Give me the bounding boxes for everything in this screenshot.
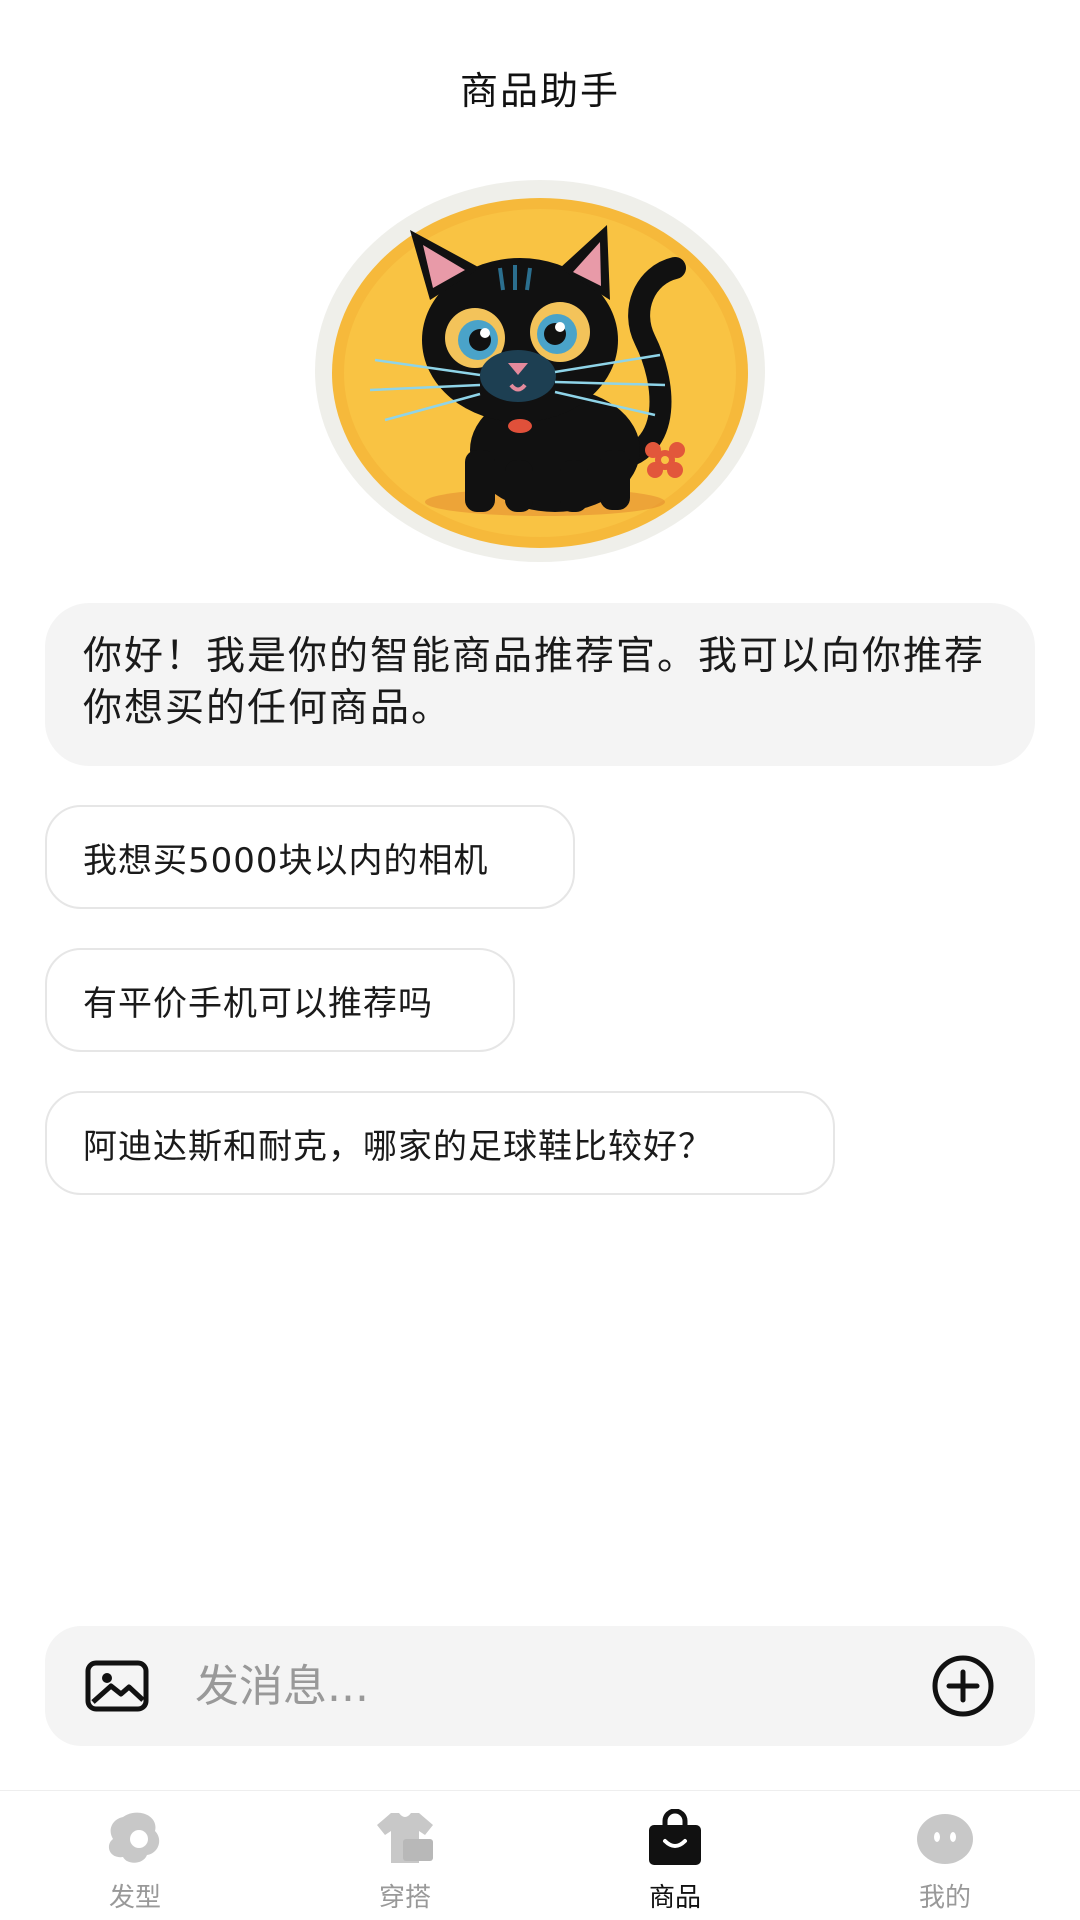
tab-profile[interactable]: 我的 <box>810 1791 1080 1920</box>
suggestion-chip[interactable]: 阿迪达斯和耐克，哪家的足球鞋比较好？ <box>45 1091 835 1195</box>
tab-hairstyle[interactable]: 发型 <box>0 1791 270 1920</box>
hairstyle-icon <box>108 1812 160 1863</box>
assistant-greeting-bubble: 你好！我是你的智能商品推荐官。我可以向你推荐你想买的任何商品。 <box>45 603 1035 766</box>
tab-label: 我的 <box>918 1883 971 1913</box>
suggestion-chip[interactable]: 我想买5000块以内的相机 <box>45 805 575 909</box>
page-title: 商品助手 <box>459 69 620 113</box>
suggestion-chip[interactable]: 有平价手机可以推荐吗 <box>45 948 515 1052</box>
image-icon[interactable] <box>85 1660 149 1712</box>
outfit-icon <box>377 1813 433 1863</box>
shopping-bag-icon <box>649 1809 701 1865</box>
assistant-avatar <box>315 180 765 562</box>
tab-outfit[interactable]: 穿搭 <box>270 1791 540 1920</box>
profile-face-icon <box>917 1814 973 1864</box>
message-composer <box>45 1626 1035 1746</box>
tab-label: 穿搭 <box>378 1883 431 1913</box>
plus-circle-icon[interactable] <box>931 1654 995 1718</box>
tab-label: 发型 <box>108 1883 161 1913</box>
bottom-tab-bar: 发型 穿搭 商品 我的 <box>0 1790 1080 1920</box>
tab-products[interactable]: 商品 <box>540 1791 810 1920</box>
message-input[interactable] <box>193 1659 931 1713</box>
tab-label: 商品 <box>648 1883 701 1913</box>
app-screen: 商品助手 你好！我是你的智能商品推荐官。我可以向你推荐你想买的任何商品。 我想买… <box>0 0 1080 1920</box>
